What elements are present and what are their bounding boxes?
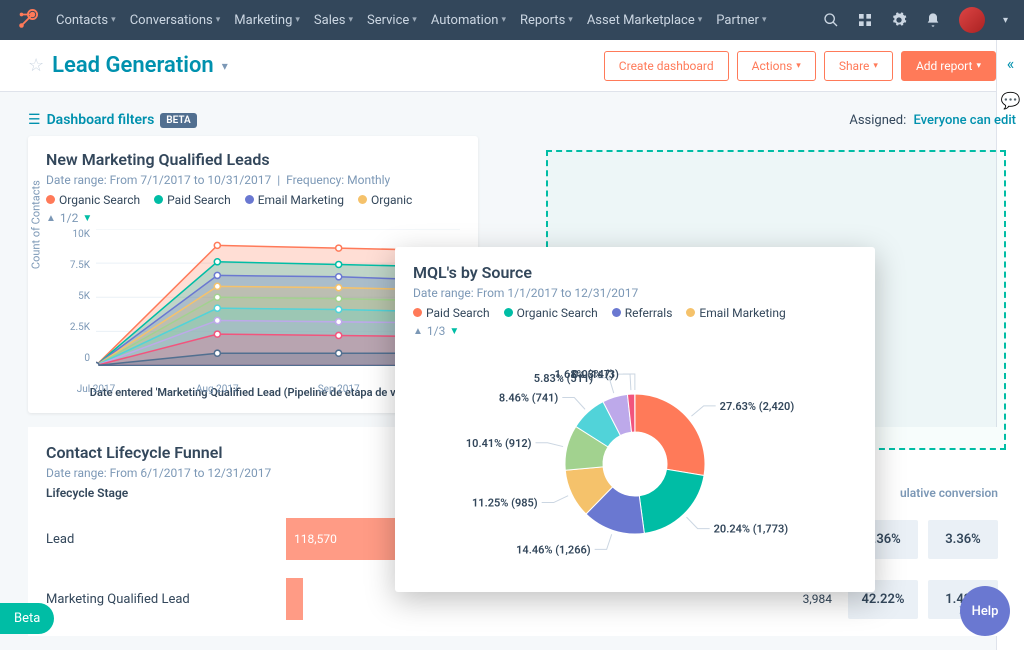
marketplace-icon[interactable] xyxy=(857,12,873,28)
floater-sub: Date range: From 1/1/2017 to 12/31/2017 xyxy=(413,286,857,300)
assigned-value-link[interactable]: Everyone can edit xyxy=(914,113,1017,128)
nav-marketing[interactable]: Marketing▾ xyxy=(230,13,304,28)
floater-pager[interactable]: ▲1/3▼ xyxy=(413,324,857,338)
filters-icon[interactable]: ☰ xyxy=(28,112,41,128)
nav-contacts[interactable]: Contacts▾ xyxy=(52,13,120,28)
favorite-star-icon[interactable]: ☆ xyxy=(28,55,44,76)
donut-chart: 27.63% (2,420) 20.24% (1,773) 14.46% (1,26… xyxy=(415,344,855,574)
nav-conversations[interactable]: Conversations▾ xyxy=(126,13,225,28)
filters-label[interactable]: Dashboard filters xyxy=(47,112,155,128)
filters-row: ☰ Dashboard filters BETA Assigned: Every… xyxy=(28,92,1016,136)
beta-badge: BETA xyxy=(160,113,196,128)
svg-text:10.41% (912): 10.41% (912) xyxy=(466,437,532,450)
svg-text:11.25% (985): 11.25% (985) xyxy=(472,497,538,510)
card1-legend: Organic Search Paid Search Email Marketi… xyxy=(46,193,460,207)
bell-icon[interactable] xyxy=(925,12,941,28)
beta-pill[interactable]: Beta xyxy=(0,603,54,634)
account-caret-icon[interactable]: ▾ xyxy=(1003,15,1008,26)
collapse-rail-icon[interactable]: « xyxy=(1007,54,1015,73)
assigned-block: Assigned: Everyone can edit xyxy=(849,113,1016,128)
funnel-stage-label: Lead xyxy=(46,532,286,547)
share-button[interactable]: Share▾ xyxy=(824,51,893,81)
help-button[interactable]: Help xyxy=(960,586,1010,636)
funnel-bar xyxy=(286,578,303,620)
nav-service[interactable]: Service▾ xyxy=(363,13,421,28)
title-caret-icon[interactable]: ▾ xyxy=(222,59,228,73)
nav-items: Contacts▾ Conversations▾ Marketing▾ Sale… xyxy=(52,13,823,28)
funnel-stage-label: Marketing Qualified Lead xyxy=(46,592,286,607)
funnel-value: 3,984 xyxy=(803,592,832,606)
svg-text:27.63% (2,420): 27.63% (2,420) xyxy=(720,400,795,413)
actions-button[interactable]: Actions▾ xyxy=(737,51,816,81)
create-dashboard-button[interactable]: Create dashboard xyxy=(604,51,729,81)
add-report-button[interactable]: Add report▾ xyxy=(901,51,996,81)
card1-ylabel: Count of Contacts xyxy=(30,180,43,269)
floater-title: MQL's by Source xyxy=(413,263,857,282)
page-title: Lead Generation xyxy=(52,53,214,78)
main-content: ☰ Dashboard filters BETA Assigned: Every… xyxy=(0,92,1024,650)
nav-asset-marketplace[interactable]: Asset Marketplace▾ xyxy=(583,13,706,28)
search-icon[interactable] xyxy=(823,12,839,28)
nav-automation[interactable]: Automation▾ xyxy=(427,13,510,28)
card-mqls-by-source[interactable]: MQL's by Source Date range: From 1/1/201… xyxy=(395,247,875,592)
card1-sub: Date range: From 7/1/2017 to 10/31/2017 … xyxy=(46,173,460,187)
avatar[interactable] xyxy=(959,7,985,33)
card1-pager[interactable]: ▲1/2▼ xyxy=(46,211,460,225)
assigned-label: Assigned: xyxy=(849,113,906,128)
floater-legend: Paid Search Organic Search Referrals Ema… xyxy=(413,306,857,320)
svg-text:14.46% (1,266): 14.46% (1,266) xyxy=(516,543,591,556)
nav-right: ▾ xyxy=(823,7,1008,33)
nav-reports[interactable]: Reports▾ xyxy=(516,13,577,28)
gear-icon[interactable] xyxy=(891,12,907,28)
svg-text:20.24% (1,773): 20.24% (1,773) xyxy=(714,523,789,536)
svg-text:0.03% (3): 0.03% (3) xyxy=(572,368,619,381)
dashboard-header: ☆ Lead Generation ▾ Create dashboard Act… xyxy=(0,40,1024,92)
nav-partner[interactable]: Partner▾ xyxy=(712,13,770,28)
card1-title: New Marketing Qualified Leads xyxy=(46,150,460,169)
top-nav: Contacts▾ Conversations▾ Marketing▾ Sale… xyxy=(0,0,1024,40)
nav-sales[interactable]: Sales▾ xyxy=(310,13,357,28)
funnel-cumulative: 3.36% xyxy=(928,520,998,559)
hubspot-logo-icon xyxy=(16,9,38,31)
svg-text:8.46% (741): 8.46% (741) xyxy=(499,392,559,405)
